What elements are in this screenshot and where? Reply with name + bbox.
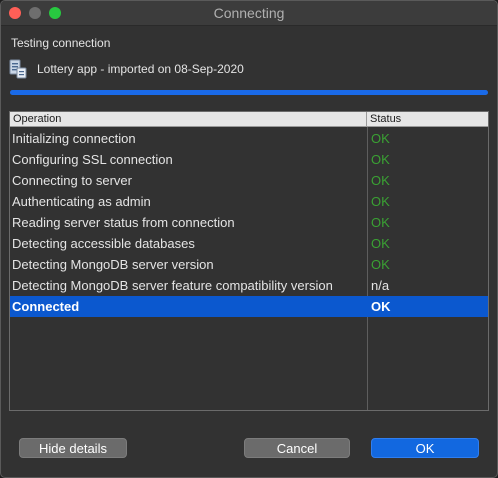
status-cell: OK [371,215,390,230]
hide-details-button[interactable]: Hide details [19,438,127,458]
dialog-subtitle: Testing connection [11,36,111,50]
status-cell: OK [371,257,390,272]
column-header-operation[interactable]: Operation [10,112,367,126]
ok-button[interactable]: OK [371,438,479,458]
operations-table: Operation Status Initializing connection… [9,111,489,411]
operation-cell: Configuring SSL connection [12,152,173,167]
operation-cell: Initializing connection [12,131,136,146]
table-row[interactable]: Detecting MongoDB server version OK [10,254,488,275]
table-row[interactable]: Detecting accessible databases OK [10,233,488,254]
database-doc-icon [9,59,27,79]
progress-fill [10,90,488,95]
window-title: Connecting [213,5,285,21]
table-row[interactable]: Configuring SSL connection OK [10,149,488,170]
status-cell: OK [371,194,390,209]
operation-cell: Connected [12,299,80,314]
operation-cell: Connecting to server [12,173,132,188]
status-cell: OK [371,152,390,167]
status-cell: OK [371,299,391,314]
status-cell: n/a [371,278,390,293]
table-row[interactable]: Reading server status from connection OK [10,212,488,233]
status-cell: OK [371,131,390,146]
connection-name: Lottery app - imported on 08-Sep-2020 [37,62,244,76]
column-header-status[interactable]: Status [367,112,488,126]
table-row[interactable]: Detecting MongoDB server feature compati… [10,275,488,296]
cancel-button[interactable]: Cancel [244,438,350,458]
operation-cell: Detecting accessible databases [12,236,195,251]
table-header: Operation Status [10,112,488,127]
title-bar: Connecting [1,1,497,26]
table-row[interactable]: Connecting to server OK [10,170,488,191]
operation-cell: Reading server status from connection [12,215,235,230]
operation-cell: Authenticating as admin [12,194,151,209]
operation-cell: Detecting MongoDB server feature compati… [12,278,333,293]
table-row[interactable]: Authenticating as admin OK [10,191,488,212]
table-row[interactable]: Initializing connection OK [10,128,488,149]
connection-progress-bar [10,90,488,95]
connecting-dialog: Connecting Testing connection Lottery ap… [0,0,498,478]
status-cell: OK [371,173,390,188]
operation-cell: Detecting MongoDB server version [12,257,214,272]
status-cell: OK [371,236,390,251]
table-row[interactable]: Connected OK [10,296,488,317]
